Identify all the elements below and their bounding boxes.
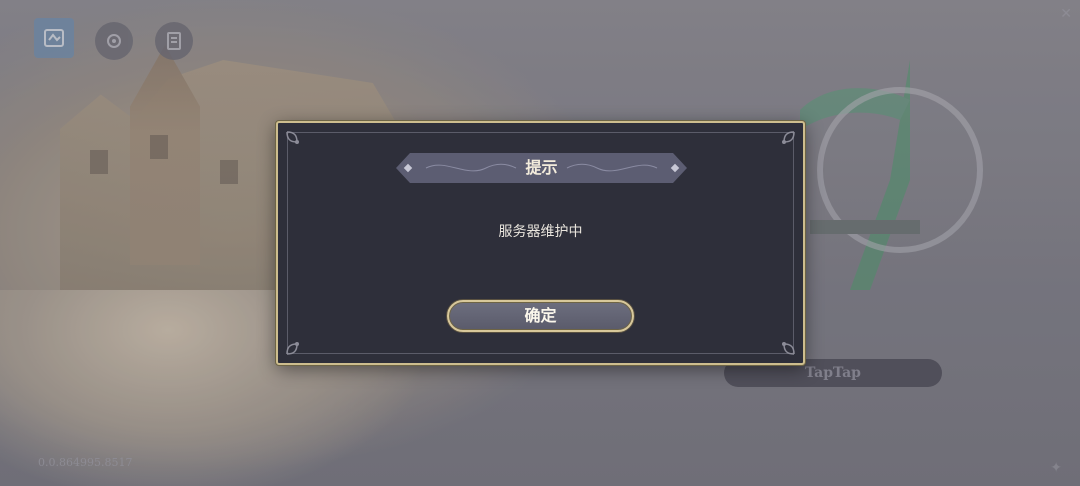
dialog-message: 服务器维护中 bbox=[498, 224, 583, 240]
corner-ornament-icon bbox=[782, 342, 795, 355]
notice-dialog: 提示 服务器维护中 确定 bbox=[276, 121, 805, 365]
game-screen: TapTap ✕ ✦ 0.0.864995.8517 提示 服务器维护中 确定 bbox=[0, 0, 1080, 486]
corner-ornament-icon bbox=[286, 131, 299, 144]
corner-ornament-icon bbox=[782, 131, 795, 144]
confirm-button[interactable]: 确定 bbox=[447, 300, 634, 332]
confirm-button-label: 确定 bbox=[524, 306, 557, 325]
dialog-title: 提示 bbox=[525, 158, 558, 177]
dialog-title-plate: 提示 bbox=[396, 153, 687, 183]
corner-ornament-icon bbox=[286, 342, 299, 355]
